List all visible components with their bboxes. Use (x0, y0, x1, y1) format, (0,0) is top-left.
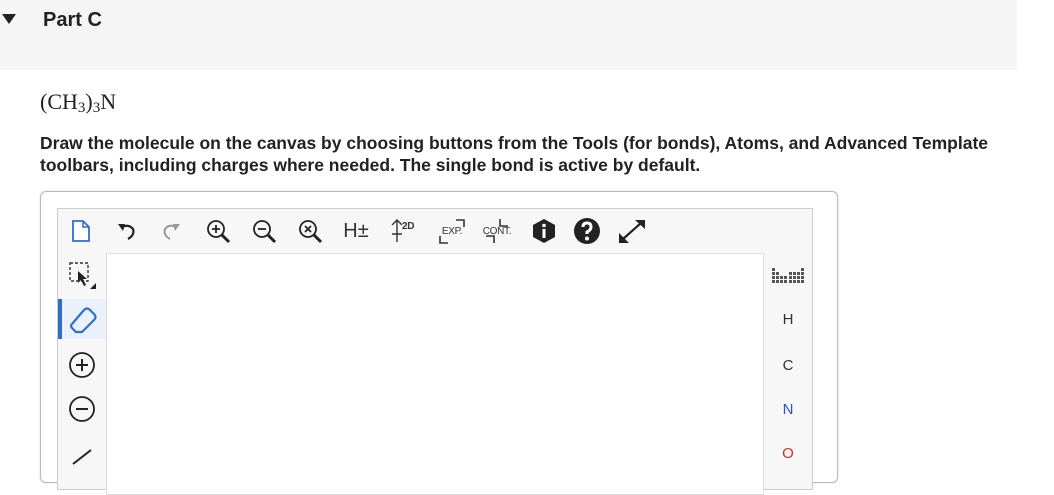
new-document-button[interactable] (68, 215, 94, 247)
info-icon (533, 219, 555, 243)
new-document-icon (72, 220, 90, 242)
editor-frame: H± 2D EXP. CONT. H C N O (57, 208, 813, 495)
contract-label: CONT. (482, 225, 512, 237)
help-button[interactable] (572, 215, 602, 247)
selection-icon (69, 262, 96, 289)
eraser-icon (69, 307, 97, 334)
periodic-table-icon (772, 268, 804, 283)
clean-2d-label: 2D (402, 221, 415, 232)
part-title: Part C (43, 9, 102, 31)
redo-button[interactable] (158, 215, 184, 247)
top-toolbar: H± 2D EXP. CONT. (58, 209, 812, 253)
atoms-toolbar: H C N O (764, 253, 812, 493)
negative-charge-button[interactable] (62, 389, 102, 429)
periodic-table-button[interactable] (764, 255, 812, 295)
molecule-editor: H± 2D EXP. CONT. H C N O (40, 191, 838, 495)
zoom-in-icon (207, 220, 231, 244)
formula-text: ) (85, 89, 93, 114)
help-icon (574, 218, 600, 244)
molecule-formula: (CH3)3N (40, 89, 116, 117)
atom-nitrogen-button[interactable]: N (764, 389, 812, 429)
atom-hydrogen-button[interactable]: H (764, 299, 812, 339)
eraser-tool-button[interactable] (58, 299, 106, 339)
instructions: Draw the molecule on the canvas by choos… (40, 133, 989, 175)
atom-oxygen-button[interactable]: O (764, 433, 812, 473)
atom-carbon-button[interactable]: C (764, 345, 812, 385)
negative-charge-icon (69, 396, 95, 422)
hydrogen-toggle-button[interactable]: H± (340, 215, 372, 247)
fullscreen-button[interactable] (616, 215, 648, 247)
info-button[interactable] (530, 215, 558, 247)
zoom-out-icon (253, 220, 277, 244)
positive-charge-button[interactable] (62, 345, 102, 385)
expand-button[interactable]: EXP. (434, 215, 470, 247)
selection-tool-button[interactable] (62, 255, 102, 295)
undo-icon (118, 224, 135, 240)
formula-text: (CH (40, 89, 78, 114)
expand-label: EXP. (441, 225, 463, 237)
formula-text: N (100, 89, 117, 114)
redo-icon (163, 224, 180, 240)
part-header[interactable]: Part C (0, 0, 1017, 70)
zoom-in-button[interactable] (204, 215, 232, 247)
drawing-canvas[interactable] (106, 253, 764, 495)
clean-2d-button[interactable]: 2D (388, 215, 420, 247)
undo-button[interactable] (114, 215, 140, 247)
left-toolbar (58, 253, 106, 493)
single-bond-button[interactable] (62, 433, 102, 473)
clear-button[interactable] (296, 215, 324, 247)
contract-button[interactable]: CONT. (478, 215, 516, 247)
positive-charge-icon (69, 352, 95, 378)
fullscreen-icon (619, 220, 645, 243)
collapse-caret-icon[interactable] (2, 14, 16, 24)
hydrogen-toggle-icon: H± (343, 219, 369, 242)
zoom-out-button[interactable] (250, 215, 278, 247)
clear-icon (299, 220, 323, 244)
